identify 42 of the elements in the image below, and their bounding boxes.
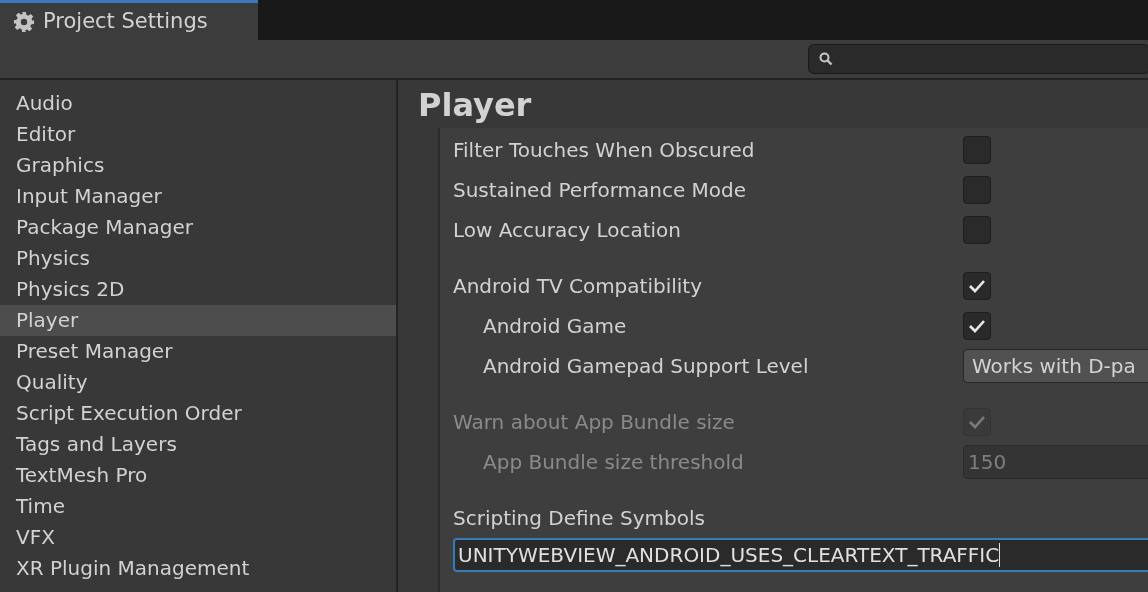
- check-icon: [968, 319, 986, 333]
- sidebar-item[interactable]: Graphics: [0, 150, 396, 181]
- checkbox[interactable]: [963, 136, 991, 164]
- window-title: Project Settings: [43, 7, 208, 35]
- settings-icon: [13, 10, 35, 33]
- text-field[interactable]: UNITYWEBVIEW_ANDROID_USES_CLEARTEXT_TRAFFIC: [453, 538, 1148, 572]
- sidebar-item[interactable]: Quality: [0, 367, 396, 398]
- setting-label: App Bundle size threshold: [482, 449, 745, 476]
- sidebar-item[interactable]: Physics 2D: [0, 274, 396, 305]
- search-field[interactable]: [808, 44, 1148, 74]
- panel-title: Player: [417, 85, 533, 126]
- checkbox[interactable]: [963, 176, 991, 204]
- setting-label: Sustained Performance Mode: [453, 177, 748, 204]
- sidebar-item[interactable]: TextMesh Pro: [0, 460, 396, 491]
- check-icon: [968, 415, 986, 429]
- checkbox[interactable]: [963, 272, 991, 300]
- sidebar-item[interactable]: Physics: [0, 243, 396, 274]
- checkbox[interactable]: [963, 216, 991, 244]
- sidebar-item[interactable]: Package Manager: [0, 212, 396, 243]
- setting-label: Android Gamepad Support Level: [482, 353, 810, 380]
- sidebar-item[interactable]: Editor: [0, 119, 396, 150]
- setting-label: Android TV Compatibility: [453, 273, 703, 300]
- checkbox[interactable]: [963, 312, 991, 340]
- setting-label: Low Accuracy Location: [453, 217, 682, 244]
- setting-label: Warn about App Bundle size: [453, 409, 736, 436]
- sidebar-item[interactable]: Input Manager: [0, 181, 396, 212]
- check-icon: [968, 279, 986, 293]
- search-icon: [819, 52, 833, 66]
- sidebar-item[interactable]: Time: [0, 491, 396, 522]
- sidebar-item[interactable]: Player: [0, 305, 396, 336]
- setting-label: Filter Touches When Obscured: [453, 137, 756, 164]
- setting-label: Scripting Define Symbols: [453, 505, 706, 532]
- sidebar-item[interactable]: VFX: [0, 522, 396, 553]
- sidebar-item[interactable]: Tags and Layers: [0, 429, 396, 460]
- sidebar-item[interactable]: Audio: [0, 88, 396, 119]
- setting-label: Android Game: [482, 313, 628, 340]
- sidebar-item[interactable]: Preset Manager: [0, 336, 396, 367]
- number-field: 150: [963, 445, 1148, 479]
- dropdown[interactable]: Works with D-pa: [963, 349, 1148, 383]
- window-tab[interactable]: Project Settings: [0, 0, 258, 40]
- sidebar-item[interactable]: Script Execution Order: [0, 398, 396, 429]
- sidebar-item[interactable]: XR Plugin Management: [0, 553, 396, 584]
